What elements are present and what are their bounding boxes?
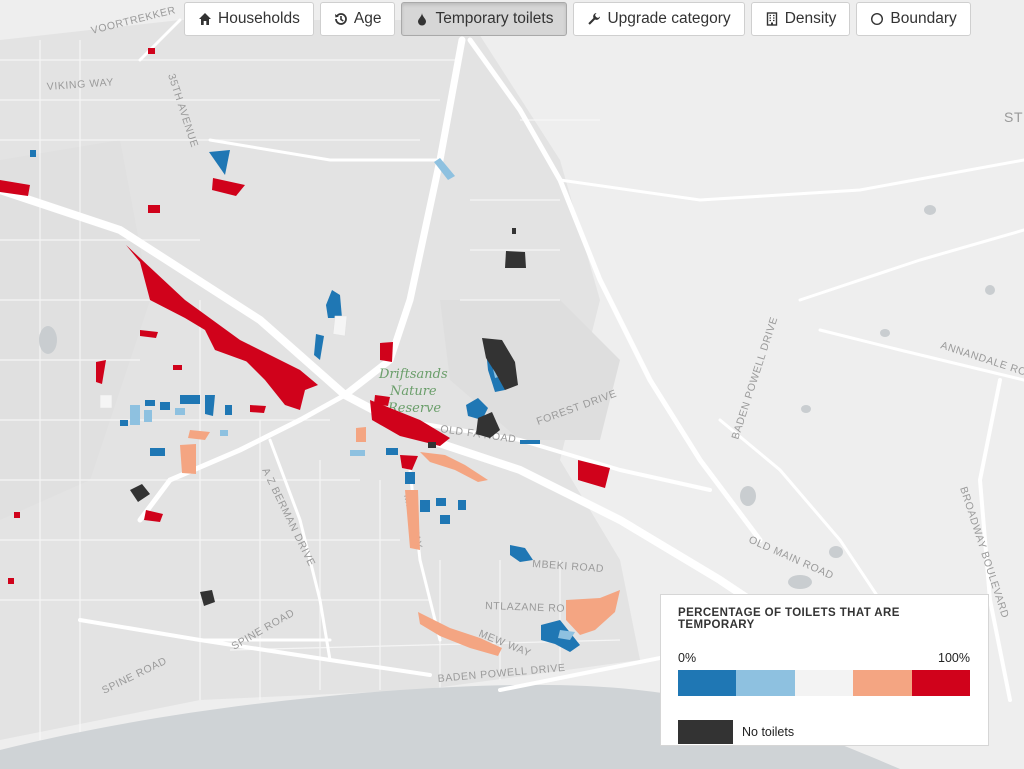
settlement-area [30, 150, 36, 157]
settlement-area [220, 430, 228, 436]
settlement-area [180, 444, 196, 474]
boundary-button[interactable]: Boundary [856, 2, 971, 36]
age-button-label: Age [353, 10, 382, 27]
upgrade-category-button[interactable]: Upgrade category [573, 2, 745, 36]
households-button[interactable]: Households [184, 2, 314, 36]
upgrade-category-button-label: Upgrade category [607, 10, 731, 27]
legend-min-label: 0% [678, 651, 697, 665]
settlement-area [512, 228, 516, 234]
legend: PERCENTAGE OF TOILETS THAT ARE TEMPORARY… [660, 594, 989, 746]
settlement-area [145, 400, 155, 406]
boundary-button-label: Boundary [890, 10, 957, 27]
settlement-area [175, 408, 185, 415]
temporary-toilets-button[interactable]: Temporary toilets [401, 2, 568, 36]
settlement-area [14, 512, 20, 518]
settlement-area [428, 442, 436, 448]
circle-icon [870, 12, 884, 26]
layer-toolbar: Households Age Temporary toilets Upgrade… [184, 2, 971, 36]
settlement-area [420, 500, 430, 512]
settlement-area [130, 405, 140, 425]
settlement-area [332, 315, 348, 337]
legend-title: PERCENTAGE OF TOILETS THAT ARE TEMPORARY [678, 607, 900, 631]
settlement-area [144, 410, 152, 422]
wrench-icon [587, 12, 601, 26]
density-button-label: Density [784, 10, 837, 27]
settlement-area [505, 251, 526, 268]
settlement-area [405, 472, 415, 484]
settlement-area [160, 402, 170, 410]
legend-swatch-2 [794, 670, 854, 696]
settlement-area [8, 578, 14, 584]
settlement-area [380, 342, 393, 362]
legend-no-toilets: No toilets [678, 720, 970, 744]
settlement-area [356, 427, 366, 442]
settlement-area [520, 440, 540, 444]
home-icon [198, 12, 212, 26]
history-icon [334, 12, 348, 26]
reserve-label-line1: Driftsands [378, 367, 448, 382]
settlement-area [148, 48, 155, 54]
building-icon [765, 12, 779, 26]
households-button-label: Households [218, 10, 300, 27]
settlement-area [150, 448, 165, 456]
settlement-area [148, 205, 160, 213]
settlement-area [386, 448, 398, 455]
droplet-icon [415, 12, 429, 26]
legend-swatch-4 [911, 670, 971, 696]
settlement-area [440, 515, 450, 524]
settlement-area [225, 405, 232, 415]
legend-swatch-1 [736, 670, 795, 696]
settlement-area [99, 394, 113, 409]
density-button[interactable]: Density [750, 2, 851, 36]
legend-swatch-0 [678, 670, 737, 696]
temporary-toilets-button-label: Temporary toilets [435, 10, 554, 27]
settlement-area [350, 450, 365, 456]
legend-range-labels: 0% 100% [678, 651, 970, 665]
settlement-area [436, 498, 446, 506]
settlement-area [120, 420, 128, 426]
settlement-area [180, 395, 200, 404]
legend-no-toilets-label: No toilets [742, 725, 795, 739]
settlement-area [173, 365, 182, 370]
settlement-area [458, 500, 466, 510]
legend-max-label: 100% [938, 651, 970, 665]
age-button[interactable]: Age [319, 2, 396, 36]
road-label-st: ST [1004, 109, 1023, 125]
settlement-area [250, 405, 266, 413]
reserve-label-line2: Nature [389, 384, 437, 399]
legend-no-toilets-swatch [678, 720, 733, 744]
legend-swatch-3 [853, 670, 912, 696]
legend-color-ramp [678, 670, 971, 696]
